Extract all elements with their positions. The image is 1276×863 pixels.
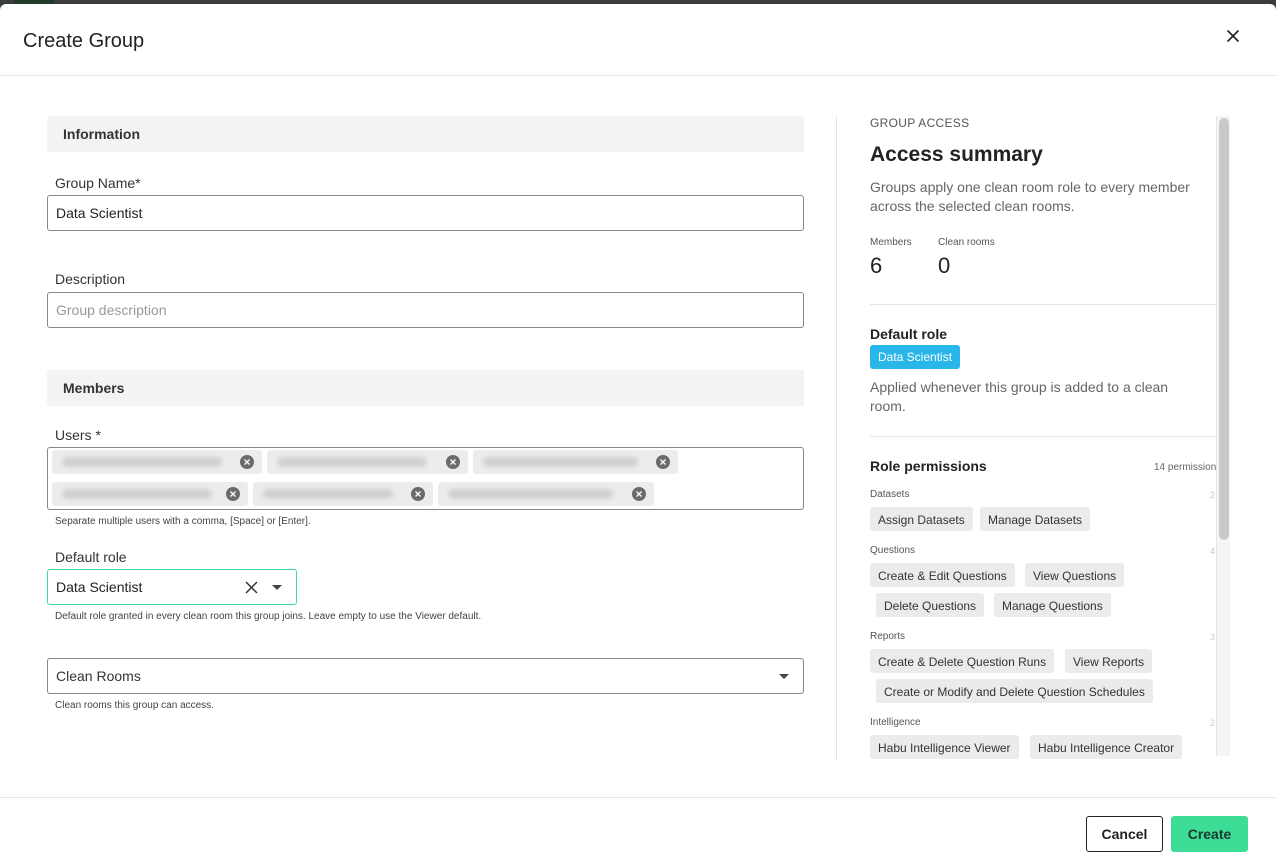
chevron-down-icon[interactable] bbox=[779, 674, 789, 680]
permission-group-count: 2 bbox=[1210, 490, 1216, 500]
redacted-email bbox=[62, 457, 222, 467]
permission-chip: Create & Delete Question Runs bbox=[870, 649, 1055, 673]
divider bbox=[870, 304, 1217, 305]
description-label: Description bbox=[55, 271, 126, 287]
permission-chip: Create or Modify and Delete Question Sch… bbox=[876, 679, 1153, 703]
user-chip bbox=[267, 450, 468, 474]
users-label: Users bbox=[55, 427, 92, 443]
summary-description: Groups apply one clean room role to ever… bbox=[870, 179, 1190, 214]
permission-chip: Manage Questions bbox=[994, 593, 1111, 617]
clear-icon[interactable] bbox=[245, 581, 258, 594]
permission-chip: Habu Intelligence Creator bbox=[1030, 735, 1183, 759]
redacted-email bbox=[483, 457, 638, 467]
default-role-value: Data Scientist bbox=[56, 579, 143, 595]
description-input[interactable]: Group description bbox=[47, 292, 804, 328]
permission-group-label: Reports bbox=[870, 631, 906, 642]
users-label-row: Users * bbox=[47, 427, 804, 445]
group-name-label: Group Name bbox=[55, 175, 136, 191]
modal-footer: Cancel Create bbox=[0, 797, 1276, 863]
permission-chip: View Reports bbox=[1065, 649, 1153, 673]
default-role-note: Applied whenever this group is added to … bbox=[870, 379, 1169, 414]
required-marker: * bbox=[91, 427, 101, 443]
close-button[interactable] bbox=[1221, 24, 1245, 48]
permission-group-count: 3 bbox=[1210, 632, 1216, 642]
default-role-label: Default role bbox=[55, 549, 127, 565]
permission-chip: Habu Intelligence Viewer bbox=[870, 735, 1019, 759]
permission-chip: Delete Questions bbox=[876, 593, 985, 617]
summary-title: Access summary bbox=[870, 143, 1043, 166]
summary-overline: GROUP ACCESS bbox=[870, 116, 970, 130]
permission-chip: Create & Edit Questions bbox=[870, 563, 1015, 587]
divider bbox=[870, 436, 1217, 437]
members-stat-value: 6 bbox=[870, 253, 883, 278]
group-name-label-row: Group Name* bbox=[47, 175, 804, 193]
clean-rooms-stat-value: 0 bbox=[938, 253, 951, 278]
modal-header: Create Group bbox=[0, 4, 1276, 76]
close-icon bbox=[1227, 30, 1239, 42]
user-chip bbox=[473, 450, 678, 474]
members-section-header: Members bbox=[47, 370, 804, 406]
permissions-count: 14 permissions bbox=[1154, 462, 1222, 473]
clean-rooms-stat-label: Clean rooms bbox=[938, 237, 995, 248]
clean-rooms-select[interactable]: Clean Rooms bbox=[47, 658, 804, 694]
permission-group-label: Datasets bbox=[870, 489, 910, 500]
modal-title: Create Group bbox=[23, 30, 145, 52]
remove-chip-icon[interactable] bbox=[656, 455, 670, 469]
clean-rooms-helper-text: Clean rooms this group can access. bbox=[55, 700, 214, 711]
members-stat-label: Members bbox=[870, 237, 912, 248]
permission-group-count: 4 bbox=[1210, 546, 1216, 556]
clean-rooms-label: Clean Rooms bbox=[56, 668, 141, 684]
users-helper-text: Separate multiple users with a comma, [S… bbox=[55, 516, 311, 527]
default-role-title: Default role bbox=[870, 326, 948, 342]
permission-group-label: Intelligence bbox=[870, 717, 921, 728]
remove-chip-icon[interactable] bbox=[446, 455, 460, 469]
group-form: Information Group Name* Data Scientist D… bbox=[47, 116, 804, 711]
required-marker: * bbox=[135, 175, 141, 191]
default-role-badge: Data Scientist bbox=[870, 345, 961, 369]
remove-chip-icon[interactable] bbox=[411, 487, 425, 501]
default-role-label-row: Default role bbox=[47, 549, 804, 567]
remove-chip-icon[interactable] bbox=[632, 487, 646, 501]
users-input[interactable] bbox=[47, 447, 804, 510]
permission-chip: Manage Datasets bbox=[980, 507, 1091, 531]
user-chip bbox=[438, 482, 654, 506]
role-permissions-title: Role permissions bbox=[870, 458, 987, 474]
default-role-select[interactable]: Data Scientist bbox=[47, 569, 297, 605]
create-button[interactable]: Create bbox=[1171, 816, 1248, 852]
default-role-helper-text: Default role granted in every clean room… bbox=[55, 611, 482, 622]
redacted-email bbox=[277, 457, 427, 467]
permission-chip: Assign Datasets bbox=[870, 507, 973, 531]
permission-chip: View Questions bbox=[1025, 563, 1125, 587]
user-chip bbox=[52, 482, 248, 506]
group-name-input[interactable]: Data Scientist bbox=[47, 195, 804, 231]
permission-group-label: Questions bbox=[870, 545, 916, 556]
create-group-modal: Create Group Information Group Name* Dat… bbox=[0, 4, 1276, 863]
information-section-header: Information bbox=[47, 116, 804, 152]
redacted-email bbox=[263, 489, 393, 499]
access-summary-panel: GROUP ACCESS Access summary Groups apply… bbox=[836, 116, 1231, 760]
user-chip bbox=[52, 450, 262, 474]
description-label-row: Description bbox=[47, 271, 804, 289]
permission-group-count: 2 bbox=[1210, 718, 1216, 728]
redacted-email bbox=[62, 489, 212, 499]
redacted-email bbox=[448, 489, 613, 499]
remove-chip-icon[interactable] bbox=[240, 455, 254, 469]
user-chip bbox=[253, 482, 433, 506]
chevron-down-icon[interactable] bbox=[272, 585, 282, 591]
cancel-button[interactable]: Cancel bbox=[1086, 816, 1163, 852]
summary-scrollbar-thumb[interactable] bbox=[1219, 118, 1229, 540]
remove-chip-icon[interactable] bbox=[226, 487, 240, 501]
